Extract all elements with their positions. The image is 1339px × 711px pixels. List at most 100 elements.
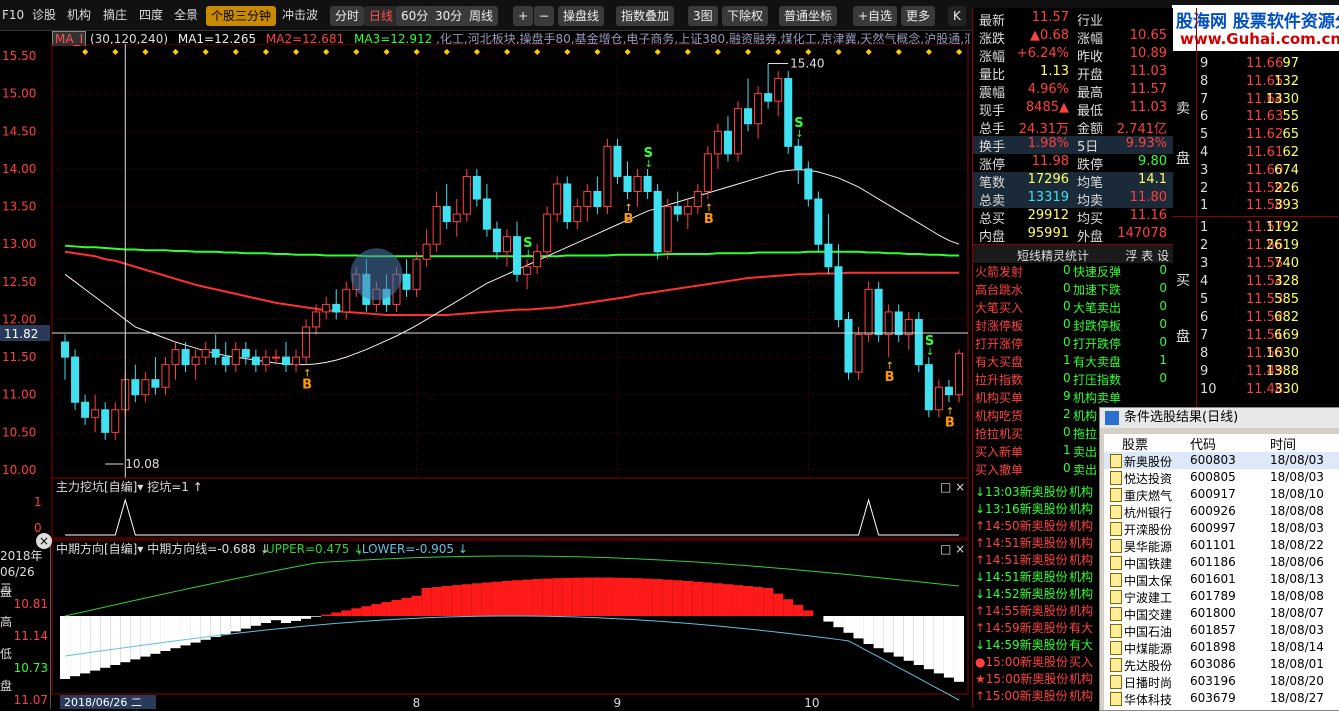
event-diamond[interactable]: ◆ <box>444 47 451 56</box>
sell-order-row[interactable]: 1 11.58 393 <box>1172 198 1339 216</box>
stock-row[interactable]: 日播时尚 603196 18/08/20 <box>1104 673 1339 690</box>
coordinate-button[interactable]: 普通坐标 <box>779 6 838 26</box>
stock-row[interactable]: 昊华能源 601101 18/08/22 <box>1104 537 1339 554</box>
event-diamond[interactable]: ◆ <box>715 47 722 56</box>
stats-label[interactable]: 买入新单 <box>975 443 1023 460</box>
event-diamond[interactable]: ◆ <box>504 47 511 56</box>
period-intraday[interactable]: 分时 <box>330 6 365 26</box>
index-overlay-button[interactable]: 指数叠加 <box>616 6 675 26</box>
stock-row[interactable]: 中国铁建 601186 18/08/06 <box>1104 554 1339 571</box>
event-diamond[interactable]: ◆ <box>835 47 842 56</box>
stats-label-right[interactable]: 拖拉 <box>1073 425 1097 442</box>
stats-label[interactable]: 高台跳水 <box>975 281 1023 298</box>
stock-row[interactable]: 中国石油 601857 18/08/03 <box>1104 622 1339 639</box>
event-diamond[interactable]: ◆ <box>745 47 752 56</box>
event-diamond[interactable]: ◆ <box>203 47 210 56</box>
stock-row[interactable]: 悦达投资 600805 18/08/03 <box>1104 469 1339 486</box>
toolbar-item-panorama[interactable]: 全景 <box>174 6 198 24</box>
event-diamond[interactable]: ◆ <box>383 47 390 56</box>
event-diamond[interactable]: ◆ <box>263 47 270 56</box>
event-diamond[interactable]: ◆ <box>323 47 330 56</box>
event-diamond[interactable]: ◆ <box>173 47 180 56</box>
stats-label-right[interactable]: 有大卖盘 <box>1073 353 1121 370</box>
stats-label[interactable]: 火箭发射 <box>975 263 1023 280</box>
sell-order-row[interactable]: 7 11.64 1330 <box>1172 92 1339 110</box>
stats-label-right[interactable]: 卖出 <box>1073 461 1097 478</box>
toolbar-item-f10[interactable]: F10 <box>2 6 24 24</box>
toolbar-item-impact[interactable]: 冲击波 <box>282 6 318 24</box>
period-daily[interactable]: 日线 <box>364 6 399 26</box>
period-weekly[interactable]: 周线 <box>464 6 499 26</box>
stats-label[interactable]: 机构买单 <box>975 389 1023 406</box>
sell-order-row[interactable]: 6 11.63 55 <box>1172 109 1339 127</box>
buy-order-row[interactable]: 5 11.53 585 <box>1172 292 1339 310</box>
event-diamond[interactable]: ◆ <box>474 47 481 56</box>
col-time[interactable]: 时间 <box>1270 434 1296 453</box>
event-diamond[interactable]: ◆ <box>926 47 933 56</box>
event-diamond[interactable]: ◆ <box>956 47 963 56</box>
period-60min[interactable]: 60分 <box>396 6 434 26</box>
buy-order-row[interactable]: 1 11.57 1192 <box>1172 220 1339 238</box>
popup-title[interactable]: 条件选股结果(日线) <box>1100 408 1339 428</box>
stats-label-right[interactable]: 机构卖单 <box>1073 389 1121 406</box>
stats-label-right[interactable]: 打压指数 <box>1073 371 1121 388</box>
stock-row[interactable]: 重庆燃气 600917 18/08/10 <box>1104 486 1339 503</box>
event-diamond[interactable]: ◆ <box>896 47 903 56</box>
event-diamond[interactable]: ◆ <box>805 47 812 56</box>
sell-order-row[interactable]: 2 11.59 226 <box>1172 181 1339 199</box>
buy-order-row[interactable]: 7 11.51 669 <box>1172 328 1339 346</box>
stock-row[interactable]: 先达股份 603086 18/08/01 <box>1104 656 1339 673</box>
three-chart-button[interactable]: 3图 <box>688 6 718 26</box>
event-diamond[interactable]: ◆ <box>866 47 873 56</box>
buy-order-row[interactable]: 6 11.52 682 <box>1172 310 1339 328</box>
event-diamond[interactable]: ◆ <box>293 47 300 56</box>
stats-label[interactable]: 抢拉机买 <box>975 425 1023 442</box>
stock-picker-popup[interactable]: 条件选股结果(日线) 股票 代码 时间 新奥股份 600803 18/08/03 悦达… <box>1099 407 1339 711</box>
more-button[interactable]: 更多 <box>901 6 936 26</box>
event-diamond[interactable]: ◆ <box>233 47 240 56</box>
event-diamond[interactable]: ◆ <box>594 47 601 56</box>
stock-row[interactable]: 新奥股份 600803 18/08/03 <box>1104 452 1339 469</box>
event-diamond[interactable]: ◆ <box>112 47 119 56</box>
event-diamond[interactable]: ◆ <box>775 47 782 56</box>
stats-label[interactable]: 买入撤单 <box>975 461 1023 478</box>
trade-line-button[interactable]: 操盘线 <box>558 6 605 26</box>
stock-row[interactable]: 中国交建 601800 18/08/07 <box>1104 605 1339 622</box>
stats-label-right[interactable]: 机构 <box>1073 407 1097 424</box>
ind1-window-icons[interactable]: □ × <box>940 480 965 494</box>
stock-row[interactable]: 中国太保 601601 18/08/13 <box>1104 571 1339 588</box>
stats-label-right[interactable]: 快速反弹 <box>1073 263 1121 280</box>
event-diamond[interactable]: ◆ <box>564 47 571 56</box>
ind2-title[interactable]: 中期方向[自编]▾ 中期方向线=-0.688 ↓ <box>56 541 270 556</box>
event-diamond[interactable]: ◆ <box>534 47 541 56</box>
stats-label[interactable]: 打开涨停 <box>975 335 1023 352</box>
event-diamond[interactable]: ◆ <box>353 47 360 56</box>
col-stock[interactable]: 股票 <box>1122 434 1148 453</box>
stock-row[interactable]: 华体科技 603679 18/08/27 <box>1104 690 1339 707</box>
sell-order-row[interactable]: 8 11.65 132 <box>1172 74 1339 92</box>
add-watchlist-button[interactable]: +自选 <box>853 6 898 26</box>
buy-order-row[interactable]: 4 11.54 328 <box>1172 274 1339 292</box>
close-info-icon[interactable]: × <box>36 533 52 549</box>
event-diamond[interactable]: ◆ <box>414 47 421 56</box>
period-30min[interactable]: 30分 <box>430 6 468 26</box>
event-diamond[interactable]: ◆ <box>82 47 89 56</box>
toolbar-item-diagnose[interactable]: 诊股 <box>32 6 56 24</box>
stock-row[interactable]: 宁波建工 601789 18/08/08 <box>1104 588 1339 605</box>
stats-label-right[interactable]: 封跌停板 <box>1073 317 1121 334</box>
sell-order-row[interactable]: 5 11.62 65 <box>1172 127 1339 145</box>
ind1-title[interactable]: 主力挖坑[自编]▾ 挖坑=1 ↑ <box>56 479 203 494</box>
buy-order-row[interactable]: 8 11.50 1630 <box>1172 346 1339 364</box>
stats-label[interactable]: 大笔买入 <box>975 299 1023 316</box>
buy-order-row[interactable]: 2 11.56 2619 <box>1172 238 1339 256</box>
stats-label[interactable]: 拉升指数 <box>975 371 1023 388</box>
kline-chart[interactable]: 15.50 15.00 14.50 14.00 13.50 13.00 12.50 12.00… <box>0 44 972 709</box>
toolbar-item-institution[interactable]: 机构 <box>67 6 91 24</box>
stock-row[interactable]: 中煤能源 601898 18/08/14 <box>1104 639 1339 656</box>
stats-label-right[interactable]: 打开跌停 <box>1073 335 1121 352</box>
stats-label-right[interactable]: 卖出 <box>1073 443 1097 460</box>
toolbar-item-3min[interactable]: 个股三分钟 <box>206 6 277 26</box>
stats-label[interactable]: 封涨停板 <box>975 317 1023 334</box>
stats-label-right[interactable]: 加速下跌 <box>1073 281 1121 298</box>
ind2-window-icons[interactable]: □ × <box>940 542 965 556</box>
